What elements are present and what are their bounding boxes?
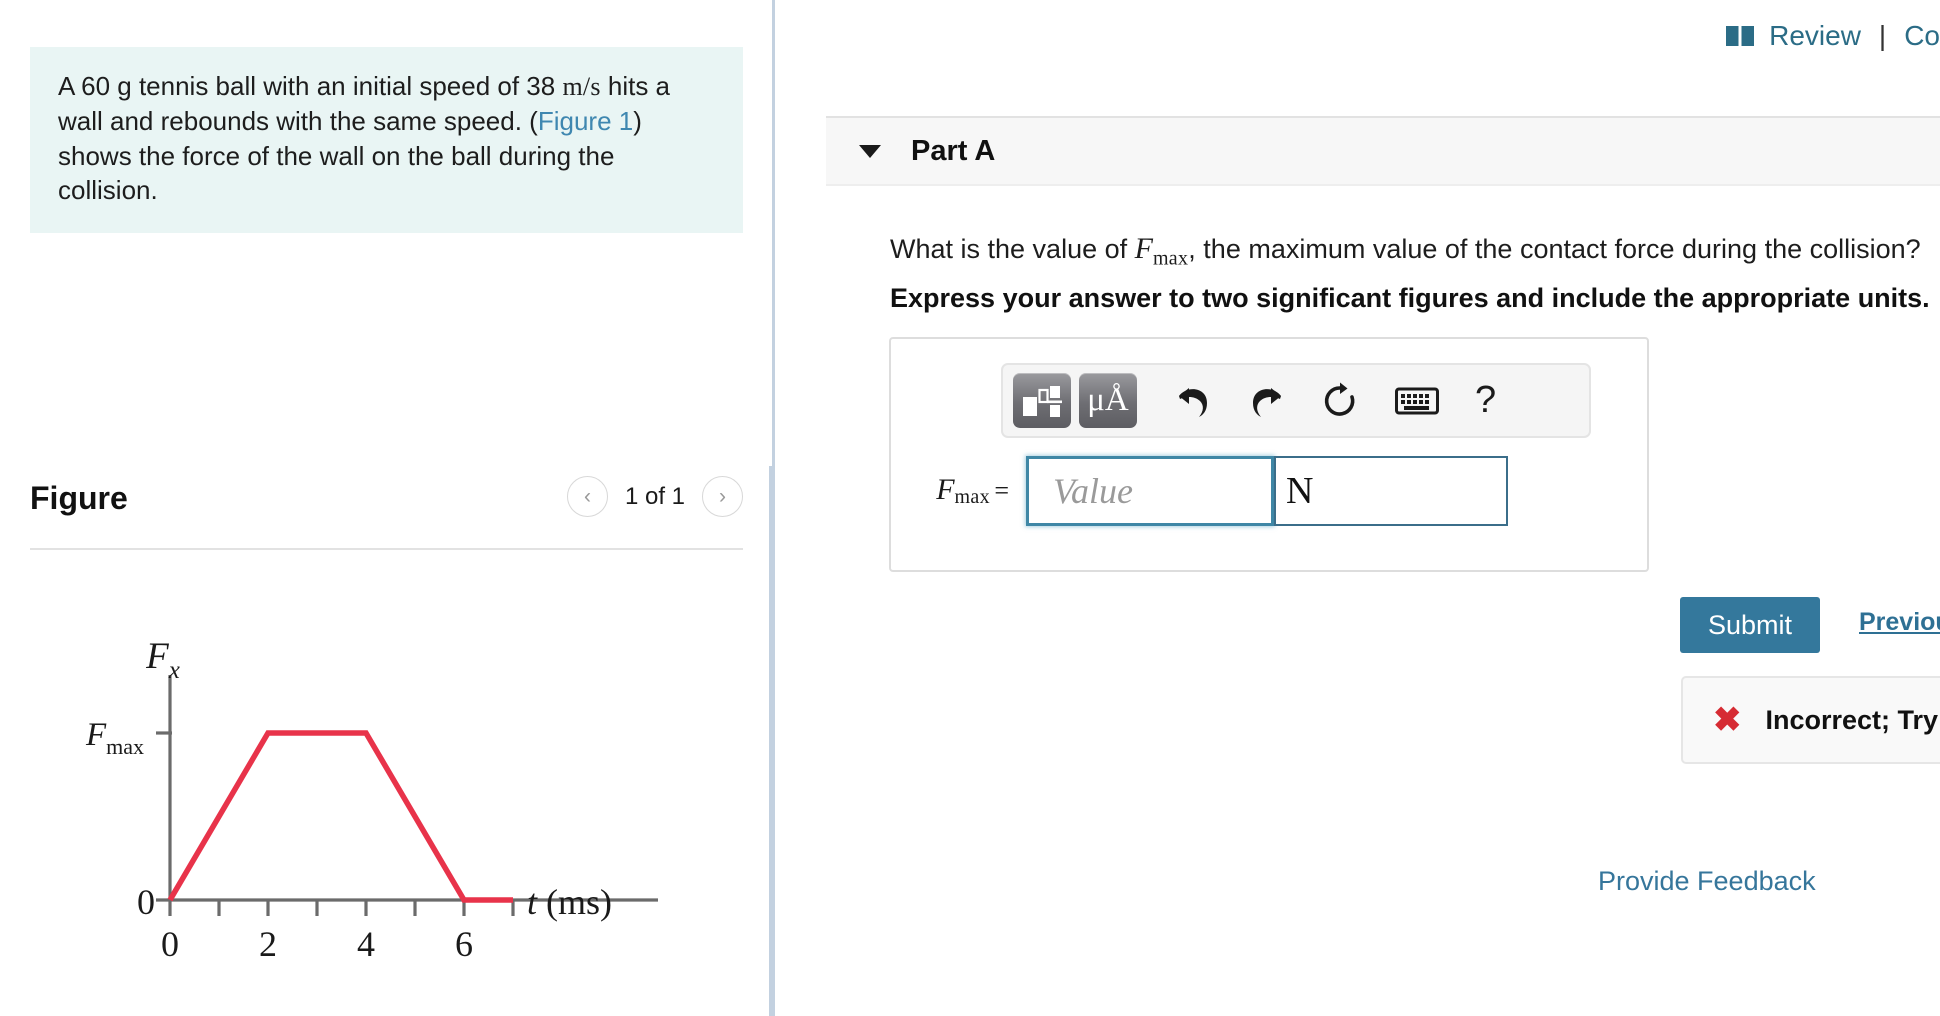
figure-header: Figure ‹ 1 of 1 › (30, 470, 743, 540)
question-prefix: What is the value of (890, 234, 1135, 264)
figure-navigation: ‹ 1 of 1 › (567, 476, 743, 517)
answer-entry-box: μÅ ? Fmax = Value N (889, 337, 1649, 572)
answer-value-input[interactable]: Value (1026, 456, 1274, 526)
keyboard-icon[interactable] (1395, 386, 1439, 416)
book-icon (1726, 26, 1755, 46)
submit-button[interactable]: Submit (1680, 597, 1820, 653)
figure-1-link[interactable]: Figure 1 (538, 106, 633, 136)
problem-speed-unit: m/s (562, 72, 601, 101)
redo-glyph (1253, 387, 1281, 417)
provide-feedback-link[interactable]: Provide Feedback (1598, 866, 1816, 897)
review-constants-bar: Review | Co (1725, 20, 1940, 52)
constants-link[interactable]: Co (1904, 20, 1940, 52)
question-variable-subscript: max (1152, 247, 1189, 270)
right-panel: Review | Co Part A What is the value of … (775, 0, 1940, 1016)
force-time-chart-svg: Fx Fmax 0 0 2 4 6 t (ms) (85, 636, 658, 964)
answer-variable-subscript: max (954, 486, 990, 509)
help-question-icon[interactable]: ? (1475, 379, 1496, 422)
figure-divider (30, 548, 743, 550)
problem-statement-text: A 60 g tennis ball with an initial speed… (58, 69, 715, 207)
undo-glyph (1179, 387, 1207, 417)
error-cross-icon: ✖ (1713, 701, 1742, 739)
chevron-left-icon: ‹ (584, 484, 591, 508)
answer-equals-sign: = (994, 475, 1009, 505)
figure-title: Figure (30, 480, 128, 516)
answer-units-input[interactable]: N (1274, 456, 1508, 526)
keyboard-glyph (1395, 387, 1439, 414)
answer-toolbar: μÅ ? (1001, 363, 1591, 438)
x-axis-label: t (ms) (527, 882, 612, 922)
answer-units-value: N (1286, 470, 1314, 512)
force-curve (167, 730, 513, 903)
reset-glyph (1324, 382, 1355, 416)
x-tick-label-0: 0 (161, 924, 179, 964)
chevron-right-icon: › (719, 484, 726, 508)
part-a-label: Part A (911, 134, 996, 167)
force-time-chart: Fx Fmax 0 0 2 4 6 t (ms) (40, 636, 740, 980)
figure-counter: 1 of 1 (624, 482, 686, 510)
problem-text-part1: A 60 g tennis ball with an initial speed… (58, 71, 556, 101)
feedback-message-box: ✖ Incorrect; Try Again; 14 attempts rema… (1681, 676, 1940, 764)
caret-down-icon[interactable] (859, 144, 881, 158)
y-axis-label: Fx (145, 640, 180, 684)
figure-prev-button[interactable]: ‹ (567, 476, 608, 517)
question-text: What is the value of Fmax, the maximum v… (890, 232, 1921, 270)
feedback-message-text: Incorrect; Try Again; 14 attempts remain… (1765, 704, 1940, 735)
left-panel: A 60 g tennis ball with an initial speed… (0, 0, 773, 1016)
review-separator: | (1878, 20, 1887, 51)
x-tick-label-2: 2 (259, 924, 277, 964)
question-suffix: , the maximum value of the contact force… (1188, 234, 1921, 264)
math-template-icon[interactable] (1013, 373, 1071, 428)
units-glyph: μÅ (1087, 382, 1129, 418)
part-a-header[interactable]: Part A (826, 116, 1940, 186)
x-tick-label-4: 4 (357, 924, 375, 964)
y-tick-label-fmax: Fmax (85, 717, 144, 759)
question-variable: F (1134, 232, 1153, 265)
x-tick-marks (168, 900, 515, 916)
redo-icon[interactable] (1247, 383, 1287, 419)
answer-input-row: Fmax = Value N (891, 451, 1647, 531)
figure-next-button[interactable]: › (702, 476, 743, 517)
answer-variable-label: Fmax = (913, 473, 1009, 509)
reset-icon[interactable] (1321, 382, 1359, 420)
answer-instruction: Express your answer to two significant f… (890, 283, 1930, 313)
answer-variable: F (936, 472, 955, 506)
answer-value-placeholder: Value (1053, 471, 1133, 511)
previous-answers-link[interactable]: Previous Answers (1859, 608, 1940, 637)
review-link[interactable]: Review (1769, 20, 1861, 52)
units-mu-angstrom-icon[interactable]: μÅ (1079, 373, 1137, 428)
math-template-glyph (1023, 385, 1062, 417)
undo-icon[interactable] (1173, 383, 1213, 419)
y-tick-label-zero: 0 (137, 882, 155, 922)
x-tick-label-6: 6 (455, 924, 473, 964)
problem-statement-box: A 60 g tennis ball with an initial speed… (30, 47, 743, 234)
